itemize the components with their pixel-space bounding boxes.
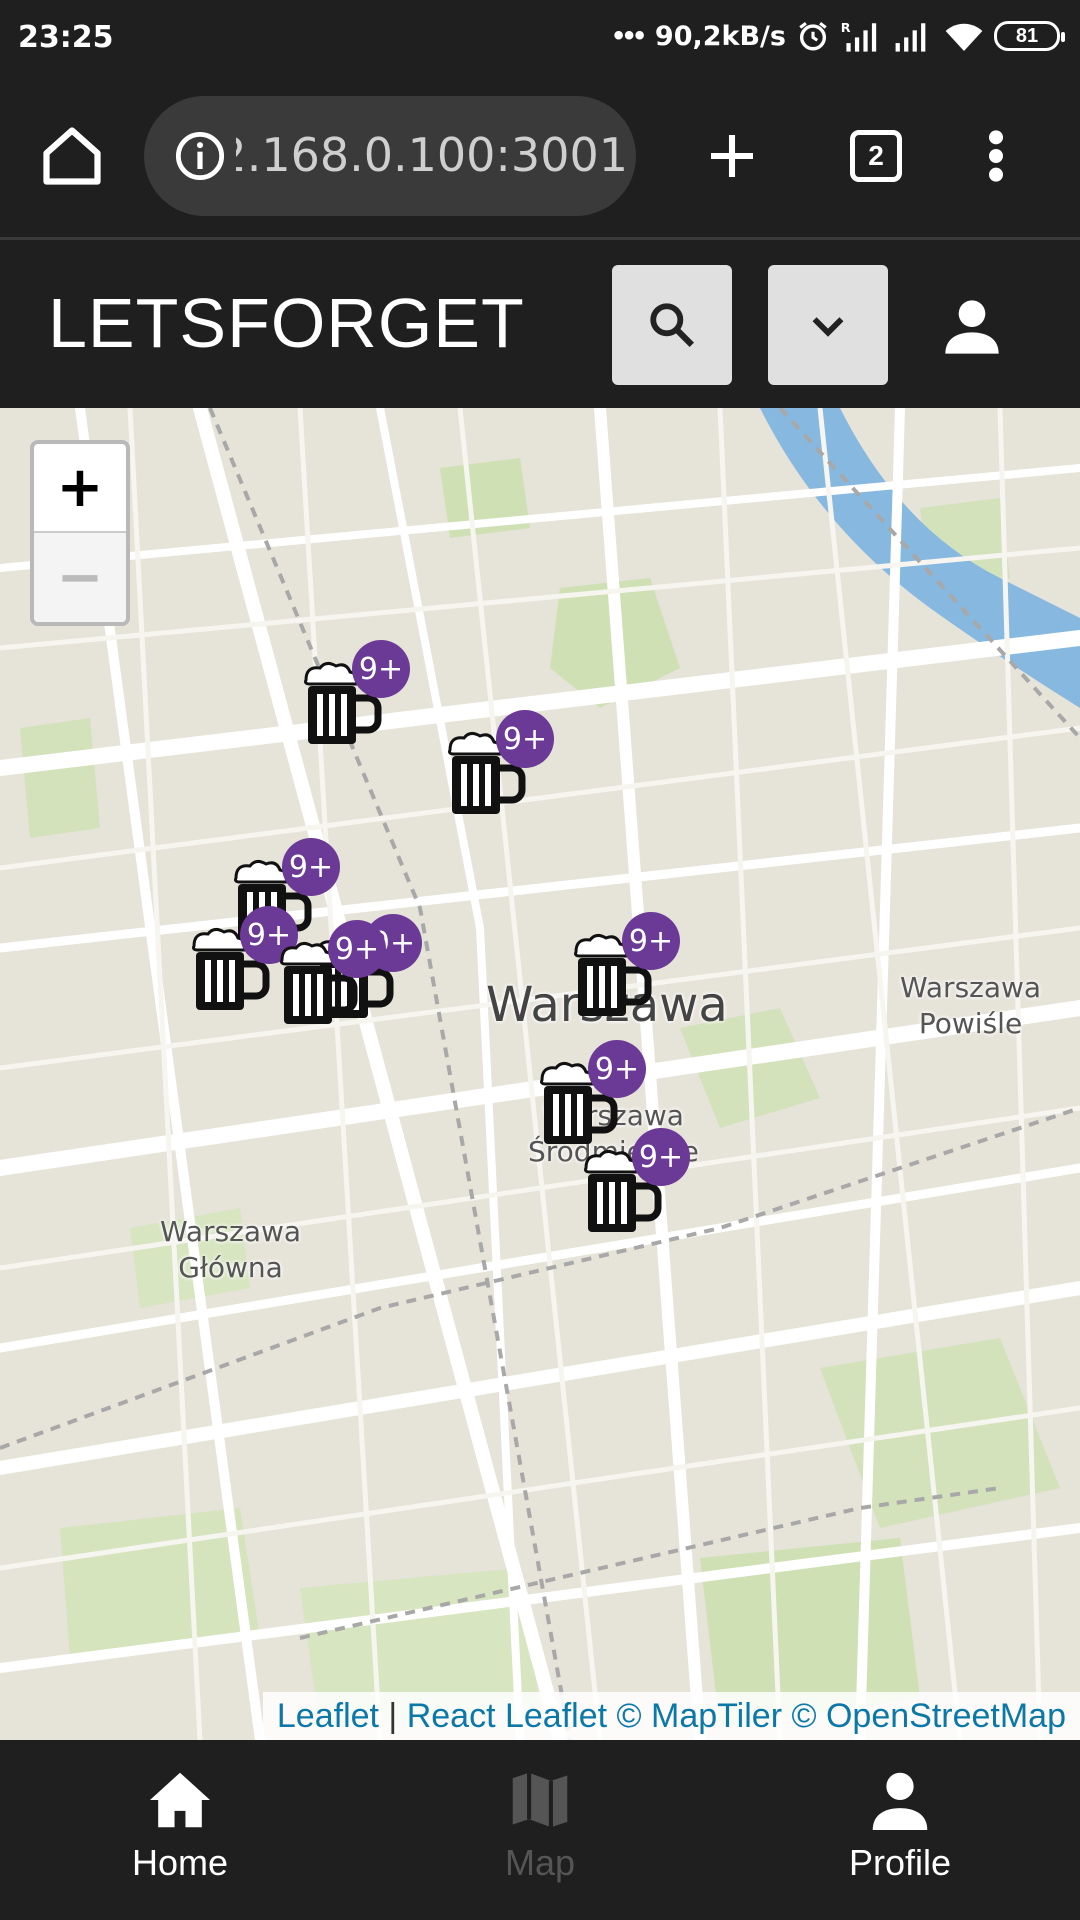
chevron-down-icon xyxy=(812,317,844,337)
beer-marker[interactable]: 9+ xyxy=(444,710,554,820)
plus-icon xyxy=(711,135,753,177)
browser-menu-button[interactable] xyxy=(962,122,1030,190)
search-button[interactable] xyxy=(612,265,732,385)
screen: 23:25 ••• 90,2kB/s R 81 192.168.0.100:30… xyxy=(0,0,1080,1920)
marker-count-badge: 9+ xyxy=(588,1040,646,1098)
beer-marker[interactable]: 9+ xyxy=(570,912,680,1022)
profile-icon[interactable] xyxy=(940,295,1004,359)
map-label-powisle: Warszawa Powiśle xyxy=(900,971,1042,1041)
zoom-control: + − xyxy=(30,440,130,626)
nav-label-home: Home xyxy=(131,1842,229,1883)
signal-icon xyxy=(895,23,926,52)
svg-text:R: R xyxy=(841,21,851,36)
status-bar: 23:25 ••• 90,2kB/s R 81 xyxy=(0,0,1080,72)
nav-label-map: Map xyxy=(504,1842,576,1883)
attribution-separator: | xyxy=(378,1696,407,1735)
alarm-icon xyxy=(799,22,827,51)
bottom-navigation: Home Map Profile xyxy=(0,1740,1080,1920)
nav-item-home[interactable]: Home xyxy=(0,1740,360,1920)
signal-roaming-icon: R xyxy=(841,21,877,52)
brand-title: LETSFORGET xyxy=(48,284,525,362)
react-leaflet-link[interactable]: React Leaflet xyxy=(407,1697,607,1736)
network-speed: 90,2kB/s xyxy=(654,20,786,52)
app-header: LETSFORGET xyxy=(0,243,1080,408)
map-attribution: Leaflet | React Leaflet © MapTiler © Ope… xyxy=(262,1692,1080,1740)
tab-count: 2 xyxy=(850,130,902,182)
url-text[interactable]: 192.168.0.100:3001 xyxy=(236,128,628,182)
beer-marker[interactable]: 9+ xyxy=(276,920,386,1030)
leaflet-link[interactable]: Leaflet xyxy=(277,1697,379,1736)
beer-marker[interactable]: 9+ xyxy=(300,640,410,750)
nav-item-profile[interactable]: Profile xyxy=(720,1740,1080,1920)
status-time: 23:25 xyxy=(18,20,114,55)
search-icon xyxy=(650,303,695,348)
more-dots-icon: ••• xyxy=(613,19,645,52)
nav-label-profile: Profile xyxy=(848,1842,952,1883)
marker-count-badge: 9+ xyxy=(352,640,410,698)
maptiler-link[interactable]: © MapTiler xyxy=(617,1697,782,1736)
marker-count-badge: 9+ xyxy=(496,710,554,768)
tab-switcher-button[interactable]: 2 xyxy=(842,122,910,190)
beer-marker[interactable]: 9+ xyxy=(188,906,298,1016)
marker-count-badge: 9+ xyxy=(328,920,386,978)
battery-indicator: 81 xyxy=(994,21,1065,51)
person-icon xyxy=(872,1772,928,1830)
marker-count-badge: 9+ xyxy=(622,912,680,970)
map-view[interactable]: Warszawa Warszawa Powiśle Warszawa Główn… xyxy=(0,408,1080,1740)
nav-item-map[interactable]: Map xyxy=(360,1740,720,1920)
map-icon xyxy=(512,1772,568,1828)
beer-marker[interactable]: 9+ xyxy=(580,1128,690,1238)
wifi-icon xyxy=(945,23,983,51)
home-icon xyxy=(150,1772,210,1828)
map-label-glowna: Warszawa Główna xyxy=(160,1215,302,1285)
address-bar[interactable]: 192.168.0.100:3001 xyxy=(144,96,636,216)
new-tab-button[interactable] xyxy=(698,122,766,190)
status-indicators: ••• 90,2kB/s R 81 xyxy=(613,16,1065,56)
marker-count-badge: 9+ xyxy=(282,838,340,896)
zoom-out-button[interactable]: − xyxy=(34,533,126,622)
more-vert-icon xyxy=(989,130,1003,182)
zoom-in-button[interactable]: + xyxy=(34,444,126,533)
browser-toolbar: 192.168.0.100:3001 2 xyxy=(0,72,1080,240)
openstreetmap-link[interactable]: © OpenStreetMap xyxy=(791,1697,1066,1736)
dropdown-button[interactable] xyxy=(768,265,888,385)
browser-home-icon[interactable] xyxy=(38,122,106,190)
info-icon[interactable] xyxy=(174,130,226,182)
marker-count-badge: 9+ xyxy=(632,1128,690,1186)
